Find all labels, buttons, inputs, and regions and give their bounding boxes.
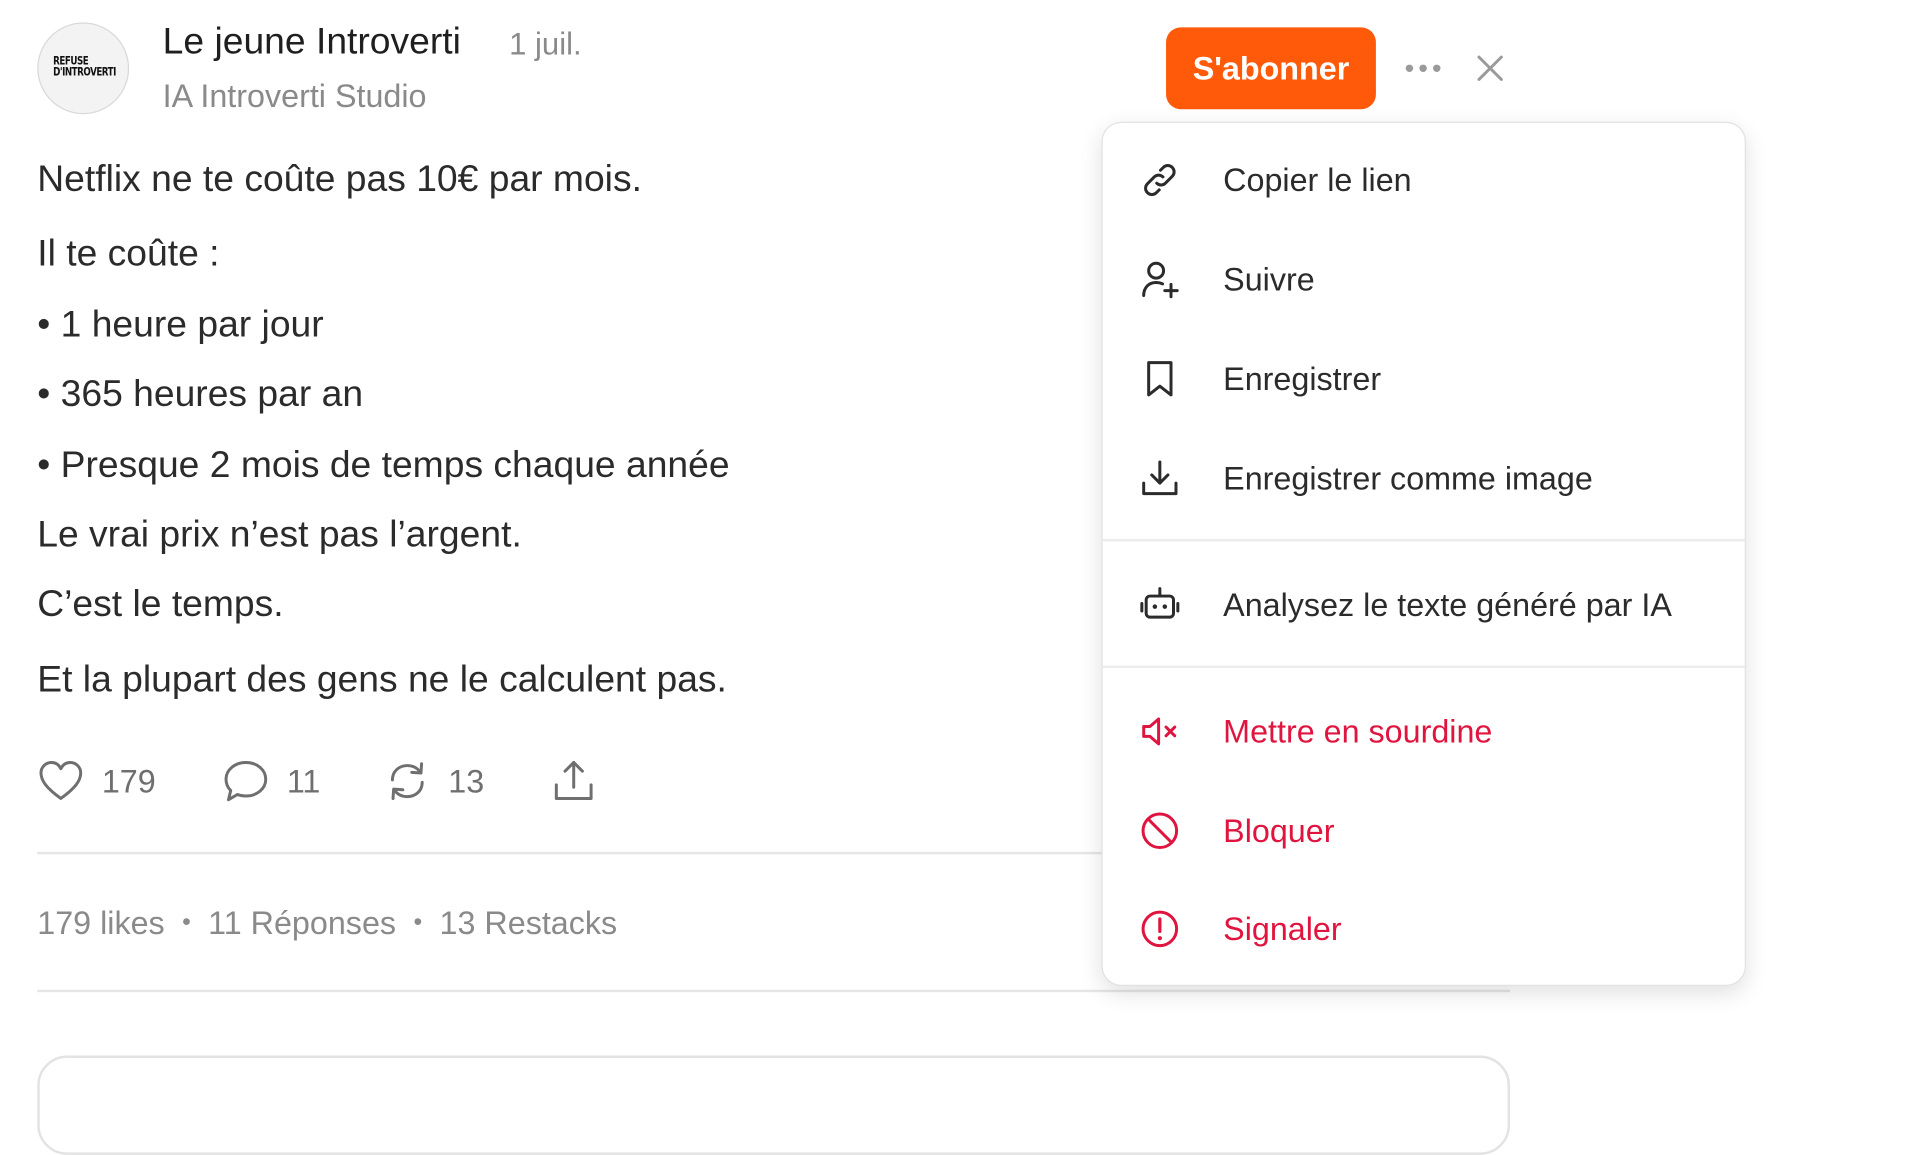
post-text-line: Le vrai prix n’est pas l’argent.	[37, 514, 522, 556]
report-icon	[1137, 907, 1182, 952]
menu-item-label: Signaler	[1223, 909, 1342, 947]
author-name[interactable]: Le jeune Introverti	[163, 21, 461, 63]
post-text-line: Et la plupart des gens ne le calculent p…	[37, 659, 727, 701]
restack-icon	[390, 762, 424, 800]
download-icon	[1137, 456, 1182, 501]
replies-stat[interactable]: 11 Réponses	[208, 904, 396, 942]
divider	[37, 851, 1106, 855]
mute-icon	[1137, 709, 1182, 754]
restack-button[interactable]: 13	[384, 755, 484, 807]
more-icon	[1405, 64, 1441, 73]
menu-item-report[interactable]: Signaler	[1103, 892, 1745, 967]
share-icon	[554, 760, 593, 800]
menu-item-label: Enregistrer comme image	[1223, 458, 1593, 497]
menu-item-label: Mettre en sourdine	[1223, 712, 1493, 750]
menu-item-save[interactable]: Enregistrer	[1103, 341, 1745, 416]
post-text-line: Netflix ne te coûte pas 10€ par mois.	[37, 158, 642, 200]
menu-item-analyze-ai-text[interactable]: Analysez le texte généré par IA	[1103, 568, 1745, 643]
post-text-line: • 1 heure par jour	[37, 304, 324, 346]
block-icon	[1137, 808, 1182, 853]
post-text-line: C’est le temps.	[37, 583, 284, 625]
restack-count: 13	[448, 761, 485, 800]
subscribe-button[interactable]: S'abonner	[1166, 27, 1376, 110]
like-button[interactable]: 179	[37, 755, 156, 807]
post-stats: 179 likes • 11 Réponses • 13 Restacks	[37, 904, 617, 942]
menu-item-mute[interactable]: Mettre en sourdine	[1103, 694, 1745, 769]
menu-item-label: Analysez le texte généré par IA	[1223, 585, 1672, 623]
menu-item-label: Suivre	[1223, 260, 1315, 298]
avatar[interactable]: REFUSE D'INTROVERTI	[37, 22, 130, 115]
follow-user-icon	[1137, 257, 1182, 302]
comment-count: 11	[286, 761, 321, 800]
post-date[interactable]: 1 juil.	[509, 27, 581, 63]
menu-divider	[1102, 665, 1745, 669]
post-text-line: • Presque 2 mois de temps chaque année	[37, 444, 730, 486]
separator-dot: •	[413, 908, 423, 937]
heart-icon	[39, 760, 83, 800]
bookmark-icon	[1137, 356, 1182, 401]
menu-item-label: Copier le lien	[1223, 160, 1412, 199]
robot-icon	[1137, 582, 1182, 627]
menu-item-copy-link[interactable]: Copier le lien	[1103, 143, 1745, 218]
restacks-stat[interactable]: 13 Restacks	[440, 904, 618, 942]
menu-item-save-as-image[interactable]: Enregistrer comme image	[1103, 441, 1745, 516]
like-count: 179	[101, 761, 156, 800]
separator-dot: •	[182, 908, 191, 937]
likes-stat[interactable]: 179 likes	[37, 904, 164, 942]
post-text-line: • 365 heures par an	[37, 373, 364, 415]
comment-button[interactable]: 11	[222, 755, 320, 807]
close-icon	[1477, 55, 1503, 81]
menu-item-follow[interactable]: Suivre	[1103, 242, 1745, 317]
link-icon	[1137, 158, 1182, 203]
menu-item-label: Enregistrer	[1223, 359, 1382, 397]
post-text-line: Il te coûte :	[37, 233, 220, 275]
menu-item-label: Bloquer	[1223, 811, 1335, 849]
menu-divider	[1102, 538, 1745, 542]
share-button[interactable]	[550, 755, 597, 807]
more-options-button[interactable]	[1400, 47, 1447, 89]
reply-input[interactable]	[37, 1055, 1511, 1155]
divider	[37, 989, 1511, 993]
options-menu: Copier le lien Suivre Enregistrer Enregi…	[1101, 121, 1746, 986]
publication-name[interactable]: IA Introverti Studio	[163, 77, 427, 115]
menu-item-block[interactable]: Bloquer	[1103, 794, 1745, 869]
close-button[interactable]	[1469, 47, 1511, 89]
post-page: REFUSE D'INTROVERTI Le jeune Introverti …	[0, 0, 1920, 1155]
comment-icon	[224, 760, 268, 802]
avatar-logo-text: REFUSE D'INTROVERTI	[53, 55, 116, 80]
